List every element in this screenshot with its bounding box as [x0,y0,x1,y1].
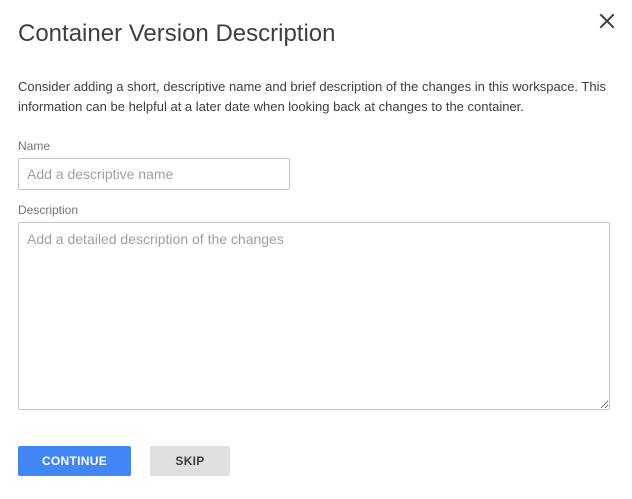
description-label: Description [18,203,79,217]
continue-button[interactable]: CONTINUE [18,446,131,476]
description-textarea[interactable] [18,222,610,410]
dialog-title: Container Version Description [18,20,336,47]
close-icon [599,13,615,29]
version-description-dialog: Container Version Description Consider a… [0,0,632,499]
close-button[interactable] [596,10,618,32]
skip-button[interactable]: SKIP [150,446,230,476]
dialog-intro-text: Consider adding a short, descriptive nam… [18,79,606,114]
name-input[interactable] [18,158,290,190]
name-label: Name [18,139,51,153]
